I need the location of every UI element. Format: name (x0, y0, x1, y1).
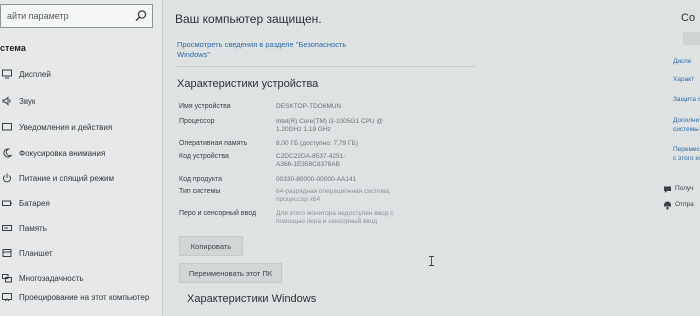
sidebar-item-label: Звук (19, 96, 36, 106)
sidebar-item-power[interactable]: Питание и спящий режим (0, 167, 160, 189)
focus-assist-icon (3, 148, 12, 158)
sidebar-item-projecting[interactable]: Проецирование на этот компьютер (0, 286, 160, 308)
sound-icon (2, 96, 11, 106)
settings-sidebar: айти параметр стема Дисплей Звук Уведомл… (0, 0, 163, 316)
related-settings-panel: Со Диспе Характ Защита с Дополни системы… (657, 0, 700, 316)
spec-label: Процессор (179, 118, 215, 125)
send-feedback-link[interactable]: Отпра (675, 201, 694, 208)
related-link-display[interactable]: Диспе (673, 58, 691, 66)
text-cursor-icon (429, 256, 434, 266)
multitasking-icon (2, 274, 12, 283)
related-link-specs[interactable]: Характ (673, 76, 694, 84)
related-settings-banner (683, 32, 700, 45)
sidebar-item-label: Уведомления и действия (19, 122, 113, 132)
sidebar-item-battery[interactable]: Батарея (0, 192, 160, 214)
spec-value-line: 8,00 ГБ (доступно: 7,79 ГБ) (276, 140, 358, 147)
sidebar-item-label: Фокусировка внимания (19, 148, 106, 158)
sidebar-item-label: Память (19, 223, 47, 233)
related-link-advanced[interactable]: Дополни (673, 117, 699, 125)
sidebar-item-label: Батарея (19, 198, 50, 208)
power-icon (3, 173, 11, 183)
sidebar-item-notifications[interactable]: Уведомления и действия (0, 116, 160, 138)
sidebar-item-display[interactable]: Дисплей (0, 63, 160, 85)
search-icon[interactable] (134, 9, 148, 23)
sidebar-item-storage[interactable]: Память (0, 217, 160, 239)
sidebar-item-tablet[interactable]: Планшет (0, 242, 160, 264)
sidebar-item-sound[interactable]: Звук (0, 90, 160, 112)
battery-icon (2, 200, 12, 206)
section-divider (175, 66, 475, 67)
related-link-project[interactable]: Перемест (673, 146, 700, 154)
search-input[interactable]: айти параметр (7, 11, 69, 21)
spec-value-line: 00330-80000-00000-AA141 (276, 176, 357, 183)
projecting-icon (2, 293, 12, 302)
related-link-project-line2[interactable]: с этого кс (673, 155, 700, 163)
spec-value: C2DC22DA-8537-4251- A366-1E358C8378AB (276, 153, 345, 169)
spec-label: Код устройства (179, 153, 229, 160)
spec-value: 00330-80000-00000-AA141 (276, 176, 356, 184)
spec-value: DESKTOP-TDO6MUN (276, 103, 341, 111)
device-specs-title: Характеристики устройства (177, 78, 319, 90)
spec-value-line: 64-разрядная операционная система, (276, 188, 391, 195)
help-icon[interactable] (663, 185, 672, 194)
tablet-icon (2, 249, 12, 257)
security-details-link[interactable]: Просмотреть сведения в разделе "Безопасн… (177, 40, 377, 60)
windows-specs-title: Характеристики Windows (187, 293, 317, 305)
related-link-protection[interactable]: Защита с (673, 96, 700, 104)
notifications-icon (2, 123, 12, 131)
spec-label: Имя устройства (179, 103, 231, 110)
related-link-advanced-line2[interactable]: системы (673, 126, 699, 134)
spec-value-line: A366-1E358C8378AB (276, 161, 340, 168)
spec-value-line: 1.20GHz 1.19 GHz (276, 126, 331, 133)
sidebar-item-label: Дисплей (19, 69, 51, 79)
spec-value-line: DESKTOP-TDO6MUN (276, 103, 342, 110)
spec-value-line: Для этого монитора недоступен ввод с (276, 210, 394, 217)
protection-status-title: Ваш компьютер защищен. (175, 12, 322, 26)
spec-value-line: Intel(R) Core(TM) i3-1005G1 CPU @ (276, 118, 384, 125)
spec-label: Код продукта (179, 176, 223, 183)
sidebar-item-label: Проецирование на этот компьютер (19, 292, 150, 302)
feedback-icon[interactable] (663, 201, 672, 210)
spec-value: 64-разрядная операционная система, проце… (276, 188, 391, 204)
spec-value: 8,00 ГБ (доступно: 7,79 ГБ) (276, 140, 358, 148)
security-link-line2[interactable]: Windows" (177, 50, 210, 59)
sidebar-item-label: Питание и спящий режим (19, 173, 115, 183)
get-help-link[interactable]: Получ (675, 185, 694, 192)
spec-label: Тип системы (179, 188, 221, 195)
storage-icon (2, 225, 12, 231)
security-link-line1[interactable]: Просмотреть сведения в разделе "Безопасн… (177, 40, 346, 49)
sidebar-section-title: стема (0, 43, 26, 53)
sidebar-item-label: Многозадачность (19, 273, 84, 283)
spec-value: Для этого монитора недоступен ввод с пом… (276, 210, 393, 226)
rename-pc-button[interactable]: Переименовать этот ПК (179, 263, 282, 283)
sidebar-item-focus-assist[interactable]: Фокусировка внимания (0, 142, 160, 164)
spec-value-line: помощью пера и сенсорный ввод (276, 218, 378, 225)
display-icon (2, 69, 12, 79)
about-main-content: Ваш компьютер защищен. Просмотреть сведе… (163, 0, 657, 316)
copy-button[interactable]: Копировать (179, 236, 243, 256)
spec-value-line: процессор x64 (276, 196, 321, 203)
spec-label: Перо и сенсорный ввод (179, 210, 257, 217)
related-settings-title: Со (681, 12, 696, 24)
spec-value-line: C2DC22DA-8537-4251- (276, 153, 346, 160)
spec-label: Оперативная память (179, 140, 248, 147)
sidebar-item-label: Планшет (19, 248, 53, 258)
search-box[interactable]: айти параметр (0, 4, 153, 28)
spec-value: Intel(R) Core(TM) i3-1005G1 CPU @ 1.20GH… (276, 118, 383, 134)
